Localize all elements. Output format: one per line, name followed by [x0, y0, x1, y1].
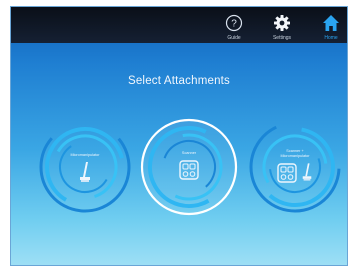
- svg-text:?: ?: [231, 19, 237, 30]
- gear-icon: [274, 15, 290, 31]
- micromanipulator-icon: [302, 163, 312, 181]
- guide-button[interactable]: ? Guide: [217, 11, 251, 41]
- option-micromanipulator[interactable]: Micromanipulator: [37, 119, 133, 215]
- home-button[interactable]: Home: [314, 11, 347, 41]
- option-label: Scanner + Micromanipulator: [257, 149, 333, 159]
- option-label: Micromanipulator: [70, 153, 100, 157]
- option-label-line2: Micromanipulator: [280, 154, 310, 158]
- top-bar: ? Guide Settings Home: [11, 7, 347, 43]
- guide-label: Guide: [227, 35, 241, 41]
- micromanipulator-icon: [80, 162, 90, 182]
- scanner-icon: [277, 163, 297, 183]
- home-icon: [323, 15, 339, 31]
- scanner-icon: [179, 160, 199, 180]
- app-screen: ? Guide Settings Home Select Attachments…: [10, 6, 348, 266]
- settings-button[interactable]: Settings: [265, 11, 299, 41]
- question-circle-icon: ?: [225, 14, 243, 32]
- page-title: Select Attachments: [127, 75, 231, 87]
- settings-label: Settings: [272, 35, 292, 41]
- option-scanner-micromanipulator[interactable]: Scanner + Micromanipulator: [247, 119, 343, 215]
- option-scanner[interactable]: Scanner: [139, 117, 239, 217]
- option-label: Scanner: [181, 151, 197, 155]
- home-label: Home: [324, 35, 338, 41]
